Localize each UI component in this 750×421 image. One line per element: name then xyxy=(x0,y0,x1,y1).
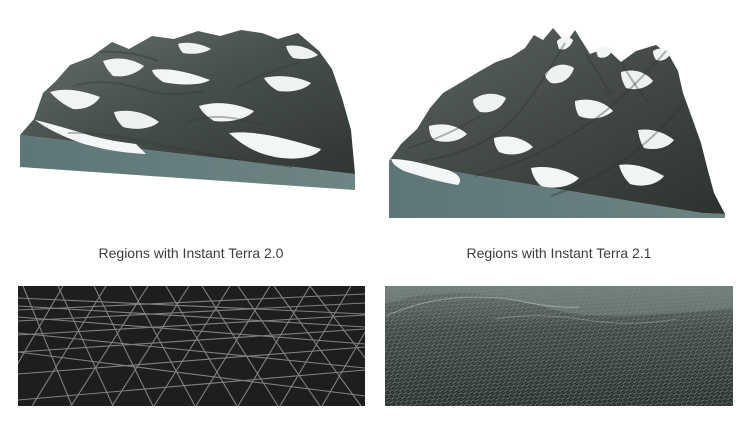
terrain-preview-v21 xyxy=(385,20,730,218)
mesh-preview-v21 xyxy=(385,286,733,406)
terrain-v21-graphic xyxy=(389,28,725,218)
caption-instant-terra-2-1: Regions with Instant Terra 2.1 xyxy=(466,245,652,261)
caption-instant-terra-2-0: Regions with Instant Terra 2.0 xyxy=(98,245,284,261)
mesh-preview-v20 xyxy=(18,286,365,406)
coarse-mesh-graphic xyxy=(18,286,365,406)
terrain-v20-graphic xyxy=(20,30,355,190)
dense-mesh-graphic xyxy=(385,286,733,406)
terrain-preview-v20 xyxy=(12,22,368,190)
